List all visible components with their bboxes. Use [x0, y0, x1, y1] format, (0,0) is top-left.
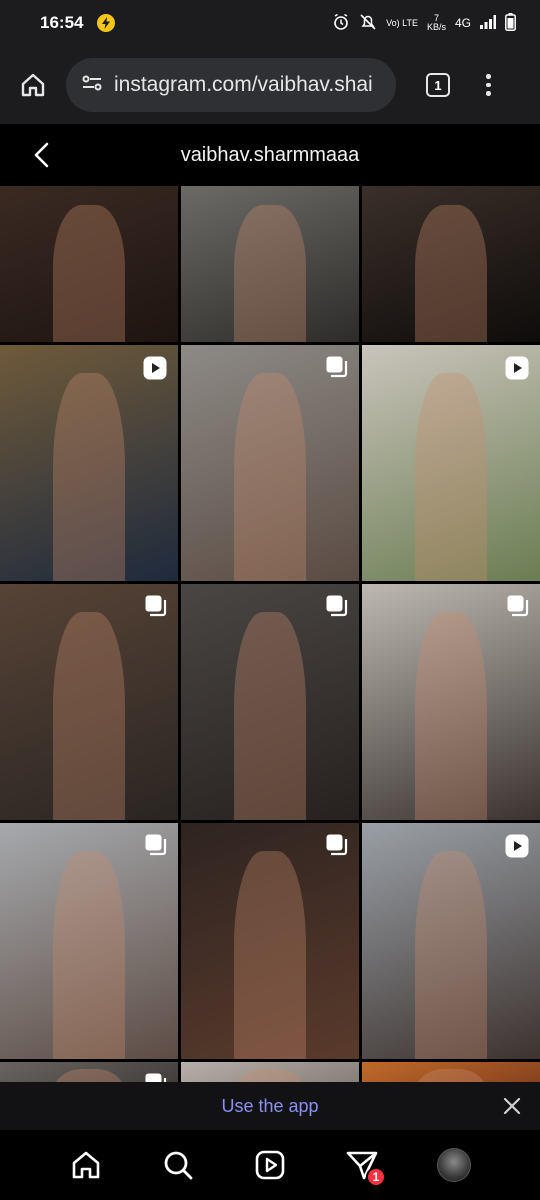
site-settings-icon[interactable] [80, 71, 104, 100]
mute-icon [359, 13, 377, 34]
photo-subject [415, 373, 487, 581]
carousel-icon [325, 833, 349, 862]
nav-home[interactable] [64, 1143, 108, 1187]
photo-subject [234, 612, 306, 820]
use-app-link[interactable]: Use the app [221, 1096, 318, 1117]
reel-icon [504, 355, 530, 386]
alarm-icon [332, 13, 350, 34]
home-icon [72, 1151, 100, 1179]
post-thumbnail[interactable] [362, 186, 540, 342]
tab-switcher-button[interactable]: 1 [426, 73, 450, 97]
photo-subject [415, 851, 487, 1059]
bottom-nav: 1 [0, 1130, 540, 1200]
profile-header: vaibhav.sharmmaaa [0, 124, 540, 186]
use-app-banner: Use the app [0, 1082, 540, 1130]
carousel-icon [325, 594, 349, 623]
menu-dot [486, 82, 491, 88]
photo-subject [234, 851, 306, 1059]
post-thumbnail[interactable] [0, 345, 178, 581]
carousel-icon [506, 594, 530, 623]
carousel-icon [144, 833, 168, 862]
photo-subject [415, 204, 487, 342]
home-outline-icon [21, 73, 45, 97]
post-thumbnail[interactable] [181, 345, 359, 581]
photo-subject [53, 612, 125, 820]
back-button[interactable] [28, 140, 58, 170]
status-time: 16:54 [40, 13, 84, 32]
post-thumbnail[interactable] [362, 584, 540, 820]
network-speed: 7 KB/s [427, 14, 446, 32]
reel-icon [504, 833, 530, 864]
post-thumbnail[interactable] [181, 584, 359, 820]
network-type: 4G [454, 16, 471, 30]
photo-subject [234, 373, 306, 581]
nav-reels[interactable] [248, 1143, 292, 1187]
browser-toolbar: instagram.com/vaibhav.shai 1 [0, 46, 540, 124]
notification-badge: 1 [366, 1167, 386, 1187]
carousel-icon [144, 594, 168, 623]
menu-dot [486, 74, 491, 79]
volte-indicator: Vo) LTE [386, 17, 418, 28]
post-thumbnail[interactable] [181, 186, 359, 342]
nav-search[interactable] [156, 1143, 200, 1187]
reels-icon [255, 1150, 285, 1180]
profile-username: vaibhav.sharmmaaa [180, 143, 360, 166]
photo-subject [53, 373, 125, 581]
post-thumbnail[interactable] [0, 186, 178, 342]
menu-dot [486, 91, 491, 96]
search-icon [164, 1151, 193, 1180]
signal-icon [480, 14, 496, 32]
post-thumbnail[interactable] [0, 584, 178, 820]
flash-icon [97, 14, 116, 32]
address-bar[interactable]: instagram.com/vaibhav.shai [66, 58, 396, 112]
photo-subject [415, 612, 487, 820]
status-bar: 16:54 Vo) LTE 7 KB/s 4G [0, 0, 540, 46]
reel-icon [142, 355, 168, 386]
battery-icon [505, 12, 516, 34]
browser-menu-button[interactable] [486, 74, 491, 96]
nav-direct[interactable]: 1 [340, 1143, 386, 1187]
post-grid [0, 186, 540, 1088]
post-thumbnail[interactable] [362, 823, 540, 1059]
post-thumbnail[interactable] [362, 345, 540, 581]
photo-subject [53, 204, 125, 342]
post-thumbnail[interactable] [0, 823, 178, 1059]
browser-home-button[interactable] [0, 46, 66, 124]
network-speed-unit: KB/s [426, 22, 446, 32]
photo-subject [53, 851, 125, 1059]
nav-profile[interactable] [432, 1143, 476, 1187]
post-thumbnail[interactable] [181, 823, 359, 1059]
photo-subject [234, 204, 306, 342]
close-banner-button[interactable] [502, 1096, 522, 1116]
status-icons: Vo) LTE 7 KB/s 4G [332, 12, 516, 34]
url-text[interactable]: instagram.com/vaibhav.shai [114, 73, 373, 97]
carousel-icon [325, 355, 349, 384]
close-icon [503, 1097, 521, 1115]
chevron-left-icon [34, 142, 49, 168]
profile-avatar [437, 1148, 471, 1182]
